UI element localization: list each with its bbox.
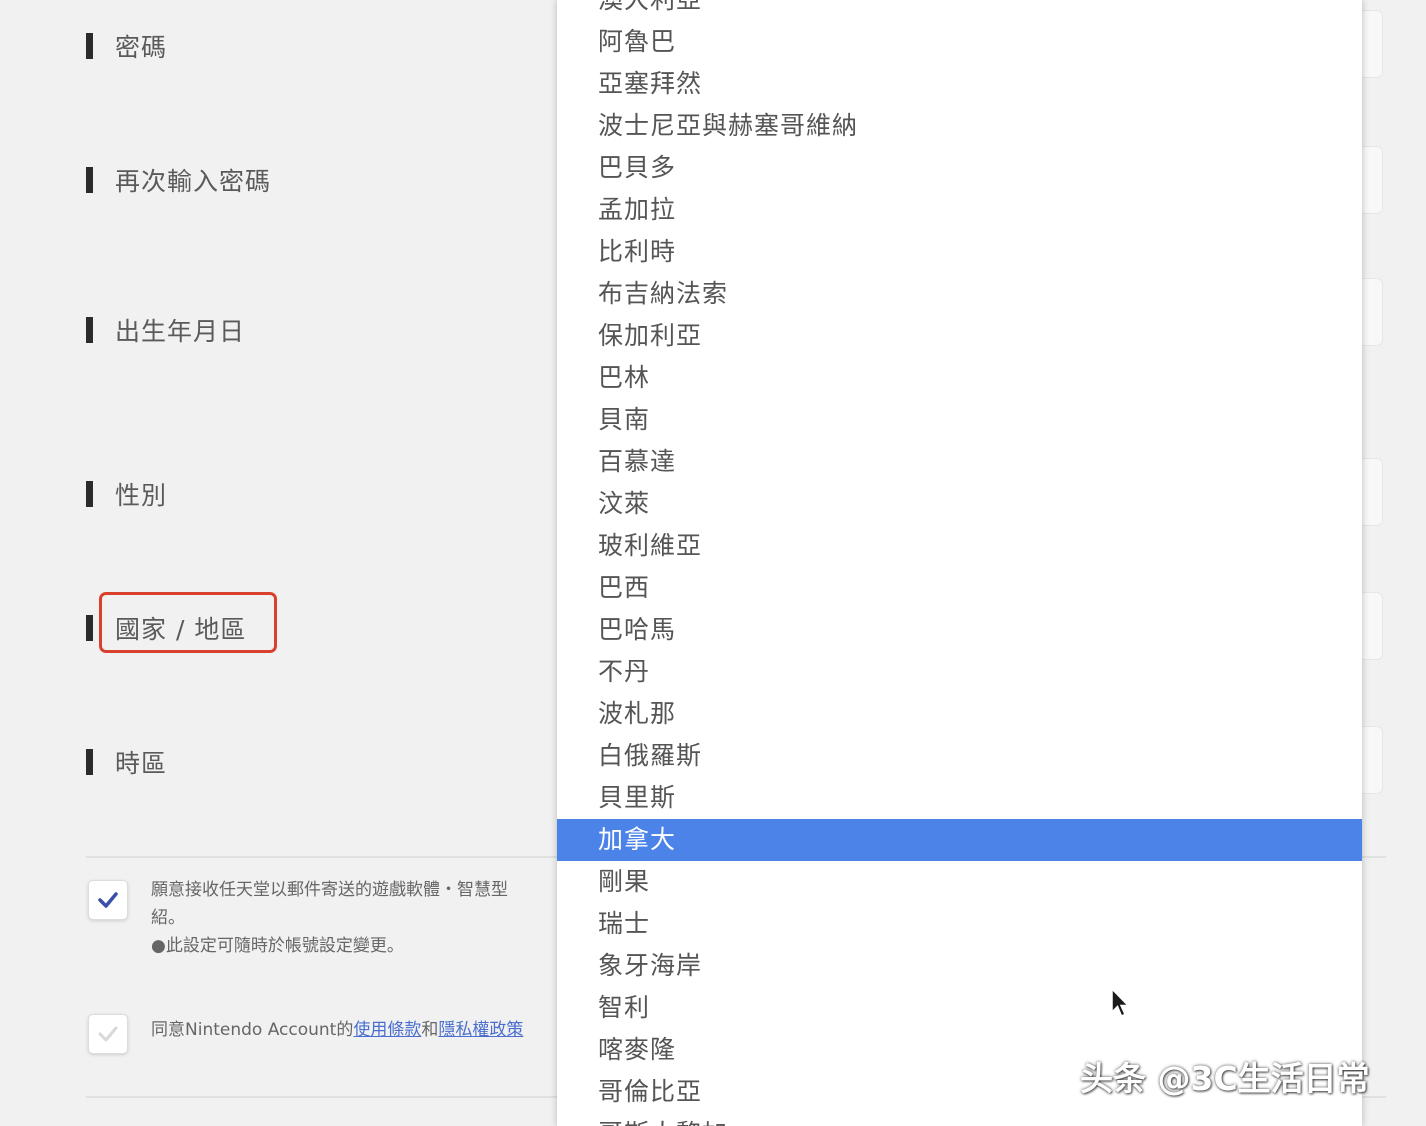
- country-option[interactable]: 阿魯巴: [557, 21, 1362, 63]
- gender-select-edge[interactable]: [1362, 458, 1383, 526]
- newsletter-checkbox[interactable]: [88, 880, 128, 920]
- country-option[interactable]: 波札那: [557, 693, 1362, 735]
- label-password: 密碼: [86, 28, 167, 64]
- country-dropdown-list[interactable]: 澳大利亞阿魯巴亞塞拜然波士尼亞與赫塞哥維納巴貝多孟加拉比利時布吉納法索保加利亞巴…: [557, 0, 1362, 1126]
- label-gender-text: 性別: [115, 481, 168, 510]
- birthdate-select-edge[interactable]: [1362, 278, 1383, 346]
- watermark: 头条 @3C生活日常: [1080, 1059, 1370, 1098]
- country-option[interactable]: 巴西: [557, 567, 1362, 609]
- country-option[interactable]: 哥斯大黎加: [557, 1113, 1362, 1126]
- country-option[interactable]: 巴林: [557, 357, 1362, 399]
- country-option[interactable]: 百慕達: [557, 441, 1362, 483]
- country-option[interactable]: 瑞士: [557, 903, 1362, 945]
- label-marker: [86, 615, 93, 641]
- country-option[interactable]: 貝里斯: [557, 777, 1362, 819]
- label-marker: [86, 749, 93, 775]
- country-option[interactable]: 孟加拉: [557, 189, 1362, 231]
- country-option[interactable]: 比利時: [557, 231, 1362, 273]
- country-label-highlight: [99, 592, 277, 653]
- password-input-edge[interactable]: [1362, 10, 1383, 78]
- country-option[interactable]: 剛果: [557, 861, 1362, 903]
- label-marker: [86, 317, 93, 343]
- newsletter-line-1: 願意接收任天堂以郵件寄送的遊戲軟體・智慧型: [151, 880, 508, 900]
- country-option-selected[interactable]: 加拿大: [557, 819, 1362, 861]
- newsletter-consent-text: 願意接收任天堂以郵件寄送的遊戲軟體・智慧型 紹。 ●此設定可隨時於帳號設定變更。: [151, 876, 508, 960]
- country-option[interactable]: 澳大利亞: [557, 0, 1362, 21]
- country-option[interactable]: 玻利維亞: [557, 525, 1362, 567]
- country-option[interactable]: 布吉納法索: [557, 273, 1362, 315]
- mouse-cursor-icon: [1111, 988, 1130, 1017]
- label-password-text: 密碼: [115, 33, 168, 62]
- label-birthdate-text: 出生年月日: [115, 317, 246, 346]
- country-option[interactable]: 白俄羅斯: [557, 735, 1362, 777]
- country-option[interactable]: 汶萊: [557, 483, 1362, 525]
- country-option[interactable]: 亞塞拜然: [557, 63, 1362, 105]
- label-marker: [86, 481, 93, 507]
- terms-prefix: 同意Nintendo Account的: [151, 1020, 354, 1040]
- country-option[interactable]: 智利: [557, 987, 1362, 1029]
- label-birthdate: 出生年月日: [86, 312, 245, 348]
- country-select-edge[interactable]: [1362, 592, 1383, 660]
- terms-conjunction: 和: [421, 1020, 439, 1040]
- country-option[interactable]: 巴貝多: [557, 147, 1362, 189]
- terms-checkbox[interactable]: [88, 1014, 128, 1054]
- terms-consent-text: 同意Nintendo Account的使用條款和隱私權政策: [151, 1016, 523, 1044]
- country-options: 澳大利亞阿魯巴亞塞拜然波士尼亞與赫塞哥維納巴貝多孟加拉比利時布吉納法索保加利亞巴…: [557, 0, 1362, 1126]
- label-marker: [86, 33, 93, 59]
- label-timezone: 時區: [86, 744, 167, 780]
- terms-of-use-link[interactable]: 使用條款: [353, 1020, 421, 1040]
- label-marker: [86, 167, 93, 193]
- checkmark-icon: [98, 1026, 118, 1042]
- confirm-password-input-edge[interactable]: [1362, 146, 1383, 214]
- country-option[interactable]: 象牙海岸: [557, 945, 1362, 987]
- label-timezone-text: 時區: [115, 749, 168, 778]
- label-confirm-password-text: 再次輸入密碼: [115, 167, 272, 196]
- country-option[interactable]: 不丹: [557, 651, 1362, 693]
- newsletter-line-2: 紹。: [151, 908, 185, 928]
- label-gender: 性別: [86, 476, 167, 512]
- country-option[interactable]: 巴哈馬: [557, 609, 1362, 651]
- newsletter-line-3: ●此設定可隨時於帳號設定變更。: [151, 936, 404, 956]
- label-confirm-password: 再次輸入密碼: [86, 162, 271, 198]
- country-option[interactable]: 波士尼亞與赫塞哥維納: [557, 105, 1362, 147]
- checkmark-icon: [98, 892, 118, 908]
- country-option[interactable]: 貝南: [557, 399, 1362, 441]
- timezone-select-edge[interactable]: [1362, 726, 1383, 794]
- privacy-policy-link[interactable]: 隱私權政策: [438, 1020, 523, 1040]
- country-option[interactable]: 保加利亞: [557, 315, 1362, 357]
